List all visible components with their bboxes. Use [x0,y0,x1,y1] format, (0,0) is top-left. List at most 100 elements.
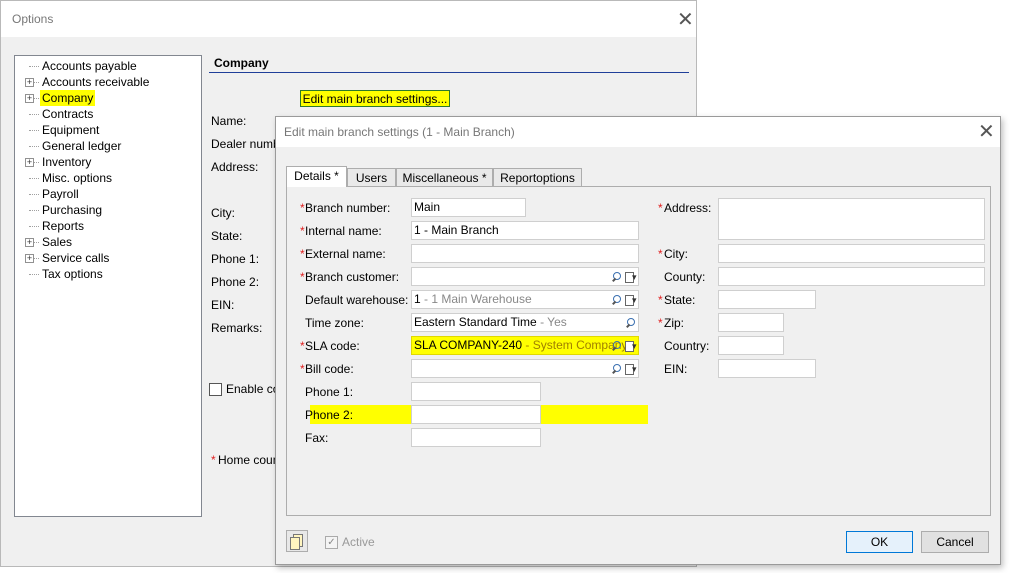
options-titlebar: Options ✕ [1,1,696,37]
default-warehouse-value: 1 [414,292,421,306]
ein-input[interactable] [718,359,816,378]
tree-connector [29,66,39,67]
required-marker: * [300,247,305,261]
tree-item-company[interactable]: + Company [15,90,201,106]
list-dropdown-icon[interactable] [624,338,637,354]
tree-item-label: Payroll [42,187,79,201]
edit-dialog-titlebar: Edit main branch settings (1 - Main Bran… [276,117,1000,147]
enable-checkbox[interactable] [209,383,222,396]
external-name-label: External name: [305,247,386,261]
branch-customer-input[interactable] [411,267,639,286]
search-icon[interactable] [612,363,622,374]
time-zone-input[interactable]: Eastern Standard Time - Yes [411,313,639,332]
details-tab-panel: * Branch number: Main * Internal name: 1… [286,186,991,516]
required-marker: * [300,362,305,376]
bill-code-label: Bill code: [305,362,354,376]
bill-code-input[interactable] [411,359,639,378]
address-input[interactable] [718,198,985,240]
external-name-input[interactable] [411,244,639,263]
tree-item-label: Accounts payable [42,59,137,73]
tree-item-label: Equipment [42,123,100,137]
zip-input[interactable] [718,313,784,332]
list-dropdown-icon[interactable] [624,269,637,285]
default-warehouse-lookup [612,292,637,308]
ok-button[interactable]: OK [846,531,913,553]
tree-item-label: Company [40,90,96,106]
tree-item-misc-options[interactable]: Misc. options [15,170,201,186]
required-marker: * [658,247,663,261]
copy-icon[interactable] [286,530,308,552]
address-label: Address: [664,201,712,215]
tree-item-label: Purchasing [42,203,103,217]
tree-connector [29,178,39,179]
edit-dialog-close-icon[interactable]: ✕ [978,122,995,142]
expand-icon[interactable]: + [25,94,34,103]
list-dropdown-icon[interactable] [624,361,637,377]
search-icon[interactable] [612,340,622,351]
sla-code-input[interactable]: SLA COMPANY-240 - System Company [411,336,639,355]
tab-details[interactable]: Details * [286,166,347,187]
fax-label: Fax: [305,431,329,445]
tree-connector [29,226,39,227]
default-warehouse-input[interactable]: 1 - 1 Main Warehouse [411,290,639,309]
options-close-icon[interactable]: ✕ [677,10,694,30]
default-warehouse-description: - 1 Main Warehouse [420,292,532,306]
phone2-input[interactable] [411,405,541,424]
time-zone-label: Time zone: [305,316,364,330]
branch-number-label: Branch number: [305,201,391,215]
tree-item-accounts-payable[interactable]: Accounts payable [15,58,201,74]
search-icon[interactable] [612,294,622,305]
zip-label: Zip: [664,316,685,330]
tab-users[interactable]: Users [347,168,396,186]
tree-item-label: Tax options [42,267,103,281]
tree-item-tax-options[interactable]: Tax options [15,266,201,282]
tree-item-payroll[interactable]: Payroll [15,186,201,202]
city-input[interactable] [718,244,985,263]
expand-icon[interactable]: + [25,158,34,167]
time-zone-value: Eastern Standard Time [414,315,537,329]
tree-connector [29,194,39,195]
expand-icon[interactable]: + [25,78,34,87]
tree-item-label: Contracts [42,107,94,121]
tab-report-options[interactable]: Reportoptions [493,168,582,186]
required-marker: * [658,201,663,215]
search-icon[interactable] [626,317,636,328]
county-input[interactable] [718,267,985,286]
tab-miscellaneous[interactable]: Miscellaneous * [396,168,493,186]
tree-connector [29,274,39,275]
expand-icon[interactable]: + [25,254,34,263]
required-marker: * [300,339,305,353]
edit-main-branch-button[interactable]: Edit main branch settings... [300,90,450,107]
cancel-button[interactable]: Cancel [921,531,989,553]
tree-item-accounts-receivable[interactable]: + Accounts receivable [15,74,201,90]
active-checkbox: ✓ [325,536,338,549]
required-marker: * [658,293,663,307]
phone2-label: Phone 2: [211,275,260,289]
phone1-input[interactable] [411,382,541,401]
tree-connector [29,146,39,147]
tree-item-sales[interactable]: + Sales [15,234,201,250]
time-zone-lookup [626,315,636,330]
state-input[interactable] [718,290,816,309]
internal-name-label: Internal name: [305,224,382,238]
tree-item-service-calls[interactable]: + Service calls [15,250,201,266]
search-icon[interactable] [612,271,622,282]
fax-input[interactable] [411,428,541,447]
tree-item-label: Misc. options [42,171,113,185]
list-dropdown-icon[interactable] [624,292,637,308]
remarks-label: Remarks: [211,321,263,335]
ein-label: EIN: [211,298,235,312]
tree-item-purchasing[interactable]: Purchasing [15,202,201,218]
tree-item-inventory[interactable]: + Inventory [15,154,201,170]
branch-number-input[interactable]: Main [411,198,526,217]
tree-item-general-ledger[interactable]: General ledger [15,138,201,154]
internal-name-input[interactable]: 1 - Main Branch [411,221,639,240]
expand-icon[interactable]: + [25,238,34,247]
tree-item-contracts[interactable]: Contracts [15,106,201,122]
tree-item-equipment[interactable]: Equipment [15,122,201,138]
section-divider [209,72,689,73]
country-input[interactable] [718,336,784,355]
tree-item-reports[interactable]: Reports [15,218,201,234]
tree-item-label: Reports [42,219,85,233]
city-label: City: [664,247,688,261]
